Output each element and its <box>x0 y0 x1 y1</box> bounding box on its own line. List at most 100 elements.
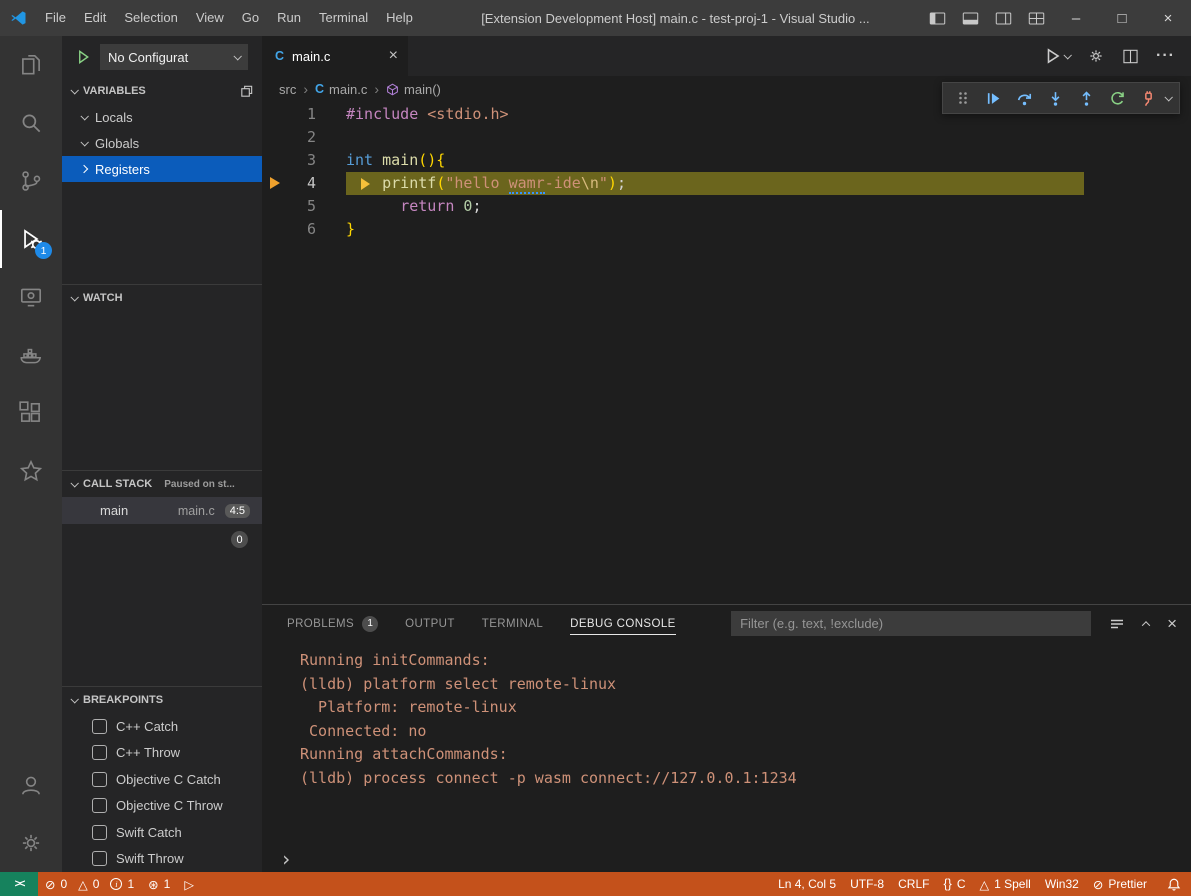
toolbar-drag-handle[interactable] <box>948 84 977 112</box>
problems-status[interactable]: ⊘ 0 △ 0 i 1 <box>38 872 141 896</box>
menu-selection[interactable]: Selection <box>115 0 186 36</box>
breakpoint-swift-catch[interactable]: Swift Catch <box>62 819 262 846</box>
step-into-button[interactable] <box>1041 84 1070 112</box>
panel-tab-debug-console[interactable]: DEBUG CONSOLE <box>570 605 676 642</box>
debug-console[interactable]: Running initCommands:(lldb) platform sel… <box>262 642 1191 872</box>
variables-item-locals[interactable]: Locals <box>62 104 262 130</box>
customize-layout-icon[interactable] <box>1028 10 1045 27</box>
step-out-button[interactable] <box>1072 84 1101 112</box>
minimize-button[interactable]: – <box>1053 0 1099 36</box>
disconnect-button[interactable] <box>1134 84 1163 112</box>
activity-extensions[interactable] <box>0 384 62 442</box>
output-lines-icon[interactable] <box>1109 616 1125 632</box>
code-gutter[interactable]: 6 <box>262 218 346 241</box>
menu-go[interactable]: Go <box>233 0 268 36</box>
code-gutter[interactable]: 5 <box>262 195 346 218</box>
tool-status[interactable]: ⊛ 1 <box>141 872 177 896</box>
start-debug-icon[interactable] <box>76 49 91 65</box>
status-prettier[interactable]: ⊘Prettier <box>1086 872 1154 896</box>
breadcrumb-src[interactable]: src <box>279 82 296 97</box>
breakpoint-checkbox[interactable] <box>92 719 107 734</box>
breakpoint-checkbox[interactable] <box>92 851 107 866</box>
notifications[interactable] <box>1160 872 1191 896</box>
activity-search[interactable] <box>0 94 62 152</box>
activity-explorer[interactable] <box>0 36 62 94</box>
restart-button[interactable] <box>1103 84 1132 112</box>
call-stack-header[interactable]: CALL STACK Paused on st... <box>62 471 262 497</box>
status-1-spell[interactable]: △1 Spell <box>972 872 1037 896</box>
activity-source-control[interactable] <box>0 152 62 210</box>
close-tab-icon[interactable]: × <box>389 47 398 65</box>
breakpoint-checkbox[interactable] <box>92 772 107 787</box>
code-editor[interactable]: 1#include <stdio.h>23int main(){4 printf… <box>262 102 1191 604</box>
activity-run-debug[interactable]: 1 <box>0 210 62 268</box>
split-editor-icon[interactable] <box>1122 48 1139 65</box>
breakpoint-checkbox[interactable] <box>92 798 107 813</box>
activity-docker[interactable] <box>0 326 62 384</box>
breakpoint-objective-c-throw[interactable]: Objective C Throw <box>62 793 262 820</box>
breakpoint-c-catch[interactable]: C++ Catch <box>62 713 262 740</box>
toggle-panel-icon[interactable] <box>962 10 979 27</box>
continue-button[interactable] <box>979 84 1008 112</box>
code-gutter[interactable]: 2 <box>262 126 346 149</box>
code-gutter[interactable]: 4 <box>262 172 346 195</box>
code-line[interactable]: 4 printf("hello wamr-ide\n"); <box>262 172 1191 195</box>
copy-value-icon[interactable] <box>239 84 254 99</box>
remote-indicator[interactable]: >< <box>0 872 38 896</box>
code-gutter[interactable]: 1 <box>262 103 346 126</box>
debug-session-dropdown[interactable] <box>1162 95 1174 101</box>
maximize-panel-icon[interactable] <box>1142 621 1150 629</box>
activity-wamr-ide[interactable] <box>0 442 62 500</box>
code-line[interactable]: 6} <box>262 218 1191 241</box>
variables-header[interactable]: VARIABLES <box>62 78 262 104</box>
panel-tab-terminal[interactable]: TERMINAL <box>482 605 543 642</box>
activity-remote-explorer[interactable] <box>0 268 62 326</box>
variables-item-globals[interactable]: Globals <box>62 130 262 156</box>
stack-frame-row[interactable]: main main.c 4:5 <box>62 497 262 524</box>
status-ln-4-col-5[interactable]: Ln 4, Col 5 <box>771 872 843 896</box>
menu-run[interactable]: Run <box>268 0 310 36</box>
breadcrumb-symbol[interactable]: main() <box>386 82 441 97</box>
breakpoint-objective-c-catch[interactable]: Objective C Catch <box>62 766 262 793</box>
status-win32[interactable]: Win32 <box>1038 872 1086 896</box>
console-input-row[interactable]: › <box>280 846 1191 872</box>
debug-config-dropdown[interactable]: No Configurat <box>100 44 248 70</box>
close-panel-icon[interactable]: × <box>1167 614 1177 634</box>
status-crlf[interactable]: CRLF <box>891 872 936 896</box>
menu-help[interactable]: Help <box>377 0 422 36</box>
watch-header[interactable]: WATCH <box>62 285 262 311</box>
more-actions-icon[interactable]: ··· <box>1156 47 1175 65</box>
breakpoint-c-throw[interactable]: C++ Throw <box>62 740 262 767</box>
code-line[interactable]: 5 return 0; <box>262 195 1191 218</box>
activity-account[interactable] <box>0 756 62 814</box>
breakpoint-checkbox[interactable] <box>92 745 107 760</box>
toggle-sidebar-icon[interactable] <box>929 10 946 27</box>
breakpoint-checkbox[interactable] <box>92 825 107 840</box>
console-filter-input[interactable] <box>731 611 1091 636</box>
menu-view[interactable]: View <box>187 0 233 36</box>
step-over-button[interactable] <box>1010 84 1039 112</box>
code-line[interactable]: 2 <box>262 126 1191 149</box>
breakpoint-swift-throw[interactable]: Swift Throw <box>62 846 262 873</box>
tab-main-c[interactable]: C main.c × <box>262 36 408 76</box>
panel-tab-problems[interactable]: PROBLEMS1 <box>287 605 378 642</box>
run-file-button[interactable] <box>1044 47 1070 65</box>
close-button[interactable]: × <box>1145 0 1191 36</box>
activity-settings[interactable] <box>0 814 62 872</box>
maximize-button[interactable]: □ <box>1099 0 1145 36</box>
variables-item-registers[interactable]: Registers <box>62 156 262 182</box>
settings-gear-icon[interactable] <box>1087 47 1105 65</box>
code-line[interactable]: 3int main(){ <box>262 149 1191 172</box>
toggle-secondary-sidebar-icon[interactable] <box>995 10 1012 27</box>
menu-terminal[interactable]: Terminal <box>310 0 377 36</box>
docker-icon <box>18 342 44 368</box>
menu-file[interactable]: File <box>36 0 75 36</box>
breakpoints-header[interactable]: BREAKPOINTS <box>62 687 262 713</box>
debug-run-status[interactable]: ▷ <box>177 872 201 896</box>
panel-tab-output[interactable]: OUTPUT <box>405 605 455 642</box>
code-gutter[interactable]: 3 <box>262 149 346 172</box>
menu-edit[interactable]: Edit <box>75 0 115 36</box>
status-c[interactable]: {}C <box>936 872 972 896</box>
breadcrumb-file[interactable]: C main.c <box>315 82 367 97</box>
status-utf-8[interactable]: UTF-8 <box>843 872 891 896</box>
